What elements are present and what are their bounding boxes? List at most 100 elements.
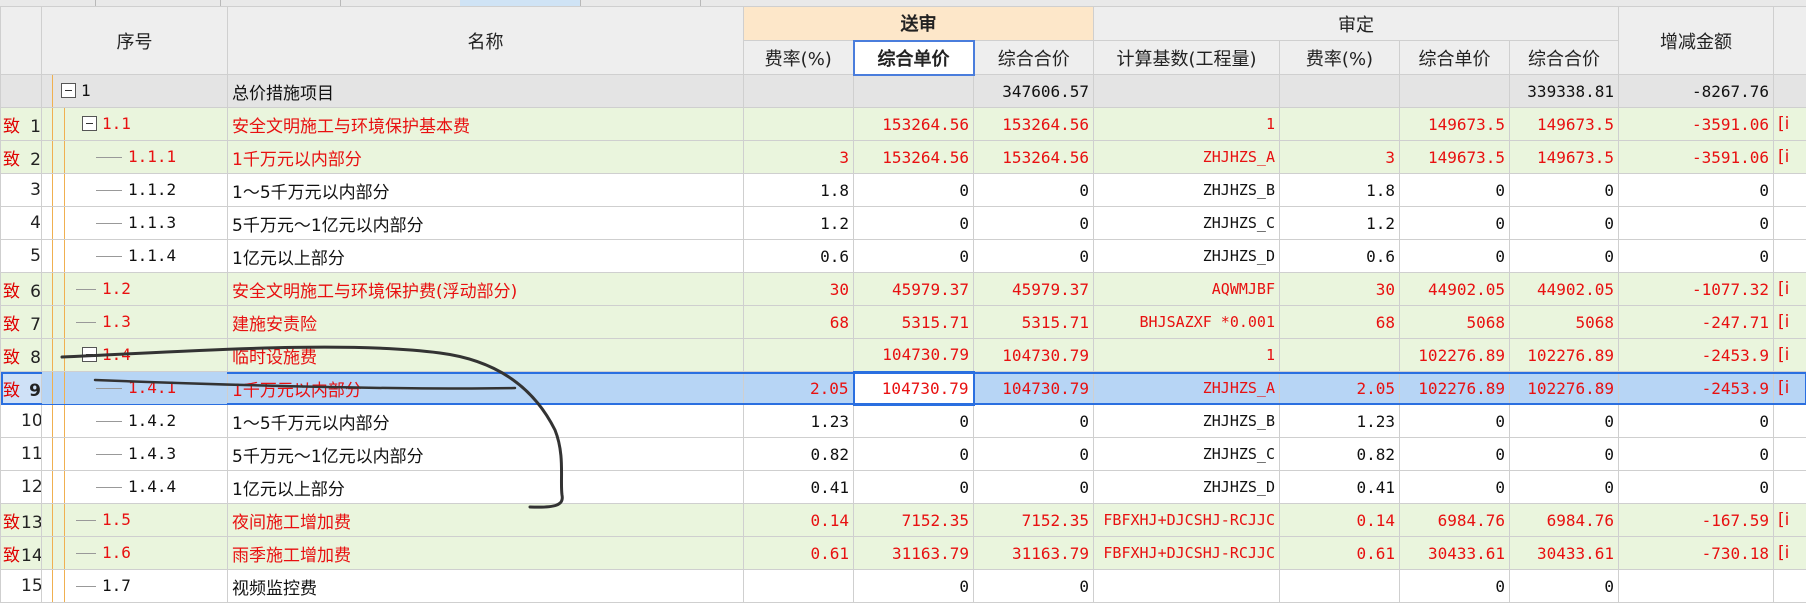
ss-rate-cell[interactable]: 0.82 — [743, 437, 854, 471]
table-row[interactable]: 15 1.7 视频监控费 0 0 0 0 — [0, 569, 1806, 603]
table-row[interactable]: 致 9 1.4.1 1千万元以内部分 2.05 104730.79 104730.79 ZHJ… — [0, 370, 1806, 406]
sd-price-cell[interactable]: 0 — [1399, 470, 1510, 504]
ss-price-cell[interactable]: 104730.79 — [852, 370, 975, 406]
ss-total-cell[interactable]: 0 — [973, 470, 1094, 504]
ss-total-cell[interactable]: 153264.56 — [973, 107, 1094, 141]
ss-total-cell[interactable]: 45979.37 — [973, 272, 1094, 306]
sd-price-cell[interactable]: 149673.5 — [1399, 140, 1510, 174]
code-cell[interactable]: 1.4 — [41, 338, 228, 372]
sd-rate-cell[interactable] — [1279, 107, 1400, 141]
sd-price-cell[interactable]: 0 — [1399, 569, 1510, 603]
ss-rate-cell[interactable]: 0.6 — [743, 239, 854, 273]
sd-total-cell[interactable]: 0 — [1509, 569, 1619, 603]
item-name[interactable]: 5千万元～1亿元以内部分 — [227, 206, 744, 240]
row-header[interactable]: 致14 — [0, 536, 42, 570]
sd-total-cell[interactable]: 339338.81 — [1509, 74, 1619, 108]
ss-rate-cell[interactable]: 0.41 — [743, 470, 854, 504]
code-cell[interactable]: 1.2 — [41, 272, 228, 306]
header-sd-price[interactable]: 综合单价 — [1399, 40, 1510, 75]
sd-rate-cell[interactable] — [1279, 74, 1400, 108]
table-row[interactable]: 3 1.1.2 1～5千万元以内部分 1.8 0 0 ZHJHZS_B 1.8 0 0 0 — [0, 173, 1806, 207]
sd-total-cell[interactable]: 0 — [1509, 173, 1619, 207]
diff-cell[interactable]: -1077.32 — [1618, 272, 1774, 306]
ss-total-cell[interactable]: 0 — [973, 404, 1094, 438]
sd-base-cell[interactable]: ZHJHZS_B — [1093, 173, 1280, 207]
sd-total-cell[interactable]: 5068 — [1509, 305, 1619, 339]
ss-total-cell[interactable]: 347606.57 — [973, 74, 1094, 108]
sd-total-cell[interactable]: 44902.05 — [1509, 272, 1619, 306]
header-ss-price[interactable]: 综合单价 — [852, 39, 975, 76]
code-cell[interactable]: 1.5 — [41, 503, 228, 537]
sd-price-cell[interactable]: 102276.89 — [1399, 371, 1510, 405]
diff-cell[interactable]: 0 — [1618, 437, 1774, 471]
ss-price-cell[interactable]: 153264.56 — [853, 107, 974, 141]
row-header[interactable]: 15 — [0, 569, 42, 603]
extra-cell[interactable]: [i — [1773, 305, 1806, 339]
diff-cell[interactable]: -3591.06 — [1618, 107, 1774, 141]
sd-rate-cell[interactable]: 30 — [1279, 272, 1400, 306]
extra-cell[interactable] — [1773, 404, 1806, 438]
collapse-toggle-icon[interactable] — [82, 347, 97, 362]
item-name[interactable]: 总价措施项目 — [227, 74, 744, 108]
sd-rate-cell[interactable]: 2.05 — [1279, 371, 1400, 405]
ss-price-cell[interactable]: 0 — [853, 470, 974, 504]
sd-price-cell[interactable]: 102276.89 — [1399, 338, 1510, 372]
sd-rate-cell[interactable]: 0.14 — [1279, 503, 1400, 537]
row-header[interactable]: 致8 — [0, 338, 42, 372]
extra-cell[interactable] — [1773, 239, 1806, 273]
ss-rate-cell[interactable] — [743, 74, 854, 108]
ss-total-cell[interactable]: 7152.35 — [973, 503, 1094, 537]
table-row[interactable]: 1 总价措施项目 347606.57 339338.81 -8267.76 — [0, 74, 1806, 108]
diff-cell[interactable]: -167.59 — [1618, 503, 1774, 537]
sd-total-cell[interactable]: 102276.89 — [1509, 338, 1619, 372]
sd-total-cell[interactable]: 149673.5 — [1509, 140, 1619, 174]
ss-rate-cell[interactable]: 2.05 — [743, 371, 854, 405]
ss-total-cell[interactable]: 0 — [973, 437, 1094, 471]
extra-cell[interactable]: [i — [1773, 338, 1806, 372]
sd-base-cell[interactable]: AQWMJBF — [1093, 272, 1280, 306]
ss-price-cell[interactable]: 0 — [853, 239, 974, 273]
sd-rate-cell[interactable]: 1.23 — [1279, 404, 1400, 438]
header-xuhao[interactable]: 序号 — [41, 6, 228, 75]
ss-price-cell[interactable]: 45979.37 — [853, 272, 974, 306]
header-name[interactable]: 名称 — [227, 6, 744, 75]
header-sd-total[interactable]: 综合合价 — [1509, 40, 1619, 75]
sd-base-cell[interactable] — [1093, 74, 1280, 108]
header-ss-rate[interactable]: 费率(%) — [743, 40, 854, 75]
row-header[interactable]: 5 — [0, 239, 42, 273]
sd-price-cell[interactable]: 0 — [1399, 173, 1510, 207]
table-row[interactable]: 12 1.4.4 1亿元以上部分 0.41 0 0 ZHJHZS_D 0.41 0 0 0 — [0, 470, 1806, 504]
ss-total-cell[interactable]: 31163.79 — [973, 536, 1094, 570]
extra-cell[interactable] — [1773, 173, 1806, 207]
collapse-toggle-icon[interactable] — [61, 83, 76, 98]
ss-price-cell[interactable]: 0 — [853, 569, 974, 603]
item-name[interactable]: 1亿元以上部分 — [227, 470, 744, 504]
row-header[interactable]: 10 — [0, 404, 42, 438]
row-header[interactable]: 致9 — [0, 371, 42, 405]
extra-cell[interactable]: [i — [1773, 536, 1806, 570]
sd-rate-cell[interactable]: 68 — [1279, 305, 1400, 339]
code-cell[interactable]: 1.1 — [41, 107, 228, 141]
item-name[interactable]: 1亿元以上部分 — [227, 239, 744, 273]
sd-price-cell[interactable]: 0 — [1399, 404, 1510, 438]
sd-price-cell[interactable]: 0 — [1399, 239, 1510, 273]
ss-total-cell[interactable]: 5315.71 — [973, 305, 1094, 339]
ss-rate-cell[interactable]: 0.61 — [743, 536, 854, 570]
table-row[interactable]: 致 8 1.4 临时设施费 104730.79 104730.79 1 102276.89 10… — [0, 338, 1806, 372]
extra-cell[interactable]: [i — [1773, 272, 1806, 306]
item-name[interactable]: 视频监控费 — [227, 569, 744, 603]
item-name[interactable]: 1～5千万元以内部分 — [227, 404, 744, 438]
row-header[interactable]: 致6 — [0, 272, 42, 306]
row-header[interactable]: 3 — [0, 173, 42, 207]
sd-rate-cell[interactable]: 0.41 — [1279, 470, 1400, 504]
header-ss-total[interactable]: 综合合价 — [973, 40, 1094, 75]
code-cell[interactable]: 1.4.3 — [41, 437, 228, 471]
code-cell[interactable]: 1.6 — [41, 536, 228, 570]
sd-total-cell[interactable]: 0 — [1509, 206, 1619, 240]
code-cell[interactable]: 1.4.1 — [41, 371, 228, 405]
diff-cell[interactable] — [1618, 569, 1774, 603]
code-cell[interactable]: 1.7 — [41, 569, 228, 603]
sd-base-cell[interactable]: FBFXHJ+DJCSHJ-RCJJC — [1093, 503, 1280, 537]
extra-cell[interactable]: [i — [1773, 503, 1806, 537]
diff-cell[interactable]: 0 — [1618, 239, 1774, 273]
